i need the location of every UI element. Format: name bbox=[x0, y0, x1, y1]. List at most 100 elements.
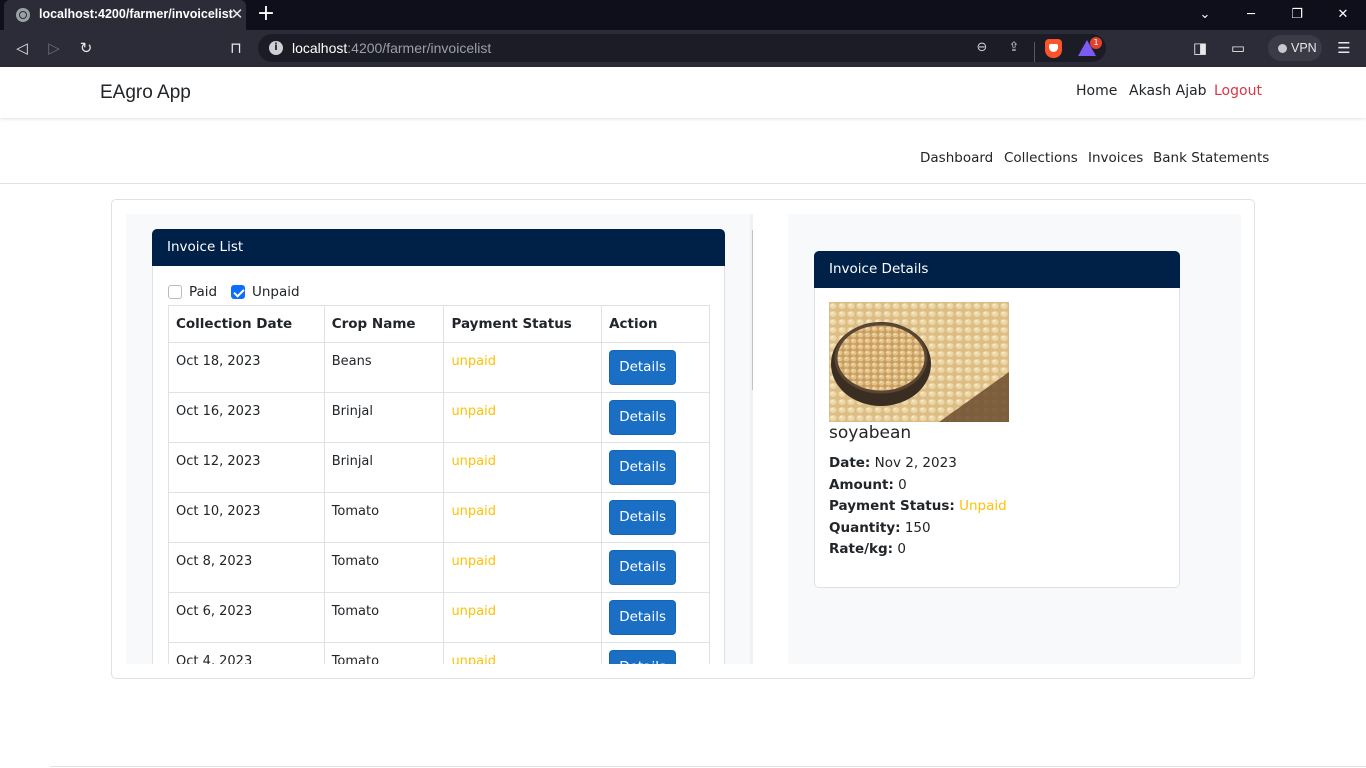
reload-icon[interactable]: ↻ bbox=[76, 38, 96, 58]
table-row: Oct 18, 2023 Beans unpaid Details bbox=[168, 342, 710, 393]
detail-rate-row: Rate/kg: 0 bbox=[829, 541, 906, 557]
zoom-icon[interactable]: ⊖ bbox=[973, 39, 991, 57]
crop-title: soyabean bbox=[829, 423, 912, 443]
details-button[interactable]: Details bbox=[609, 450, 677, 485]
invoice-page-container: Invoice List Paid Unpaid Collection Date… bbox=[111, 199, 1255, 679]
site-info-icon[interactable]: i bbox=[269, 41, 283, 55]
action-cell: Details bbox=[601, 442, 710, 493]
invoice-details-pane: Invoice Details soyabean Date: Nov 2, 20… bbox=[788, 214, 1241, 664]
crop-name-cell: Beans bbox=[323, 342, 445, 393]
column-header: Crop Name bbox=[323, 305, 445, 343]
column-header: Payment Status bbox=[443, 305, 603, 343]
details-button[interactable]: Details bbox=[609, 400, 677, 435]
table-row: Oct 8, 2023 Tomato unpaid Details bbox=[168, 542, 710, 593]
action-cell: Details bbox=[601, 392, 710, 443]
subnav-collections-link[interactable]: Collections bbox=[1004, 150, 1078, 166]
page-bottom-divider bbox=[50, 766, 1366, 767]
nav-user-link[interactable]: Akash Ajab bbox=[1129, 83, 1207, 99]
browser-tabbar: localhost:4200/farmer/invoicelist ✕ + ⌄ … bbox=[0, 0, 1366, 30]
new-tab-icon[interactable]: + bbox=[256, 2, 276, 26]
list-scrollbar[interactable]: ▲ ▼ bbox=[750, 214, 753, 664]
collection-date-cell: Oct 16, 2023 bbox=[168, 392, 325, 443]
url-text[interactable]: localhost:4200/farmer/invoicelist bbox=[292, 40, 491, 56]
rewards-badge: 1 bbox=[1090, 37, 1102, 49]
payment-status-cell: unpaid bbox=[443, 642, 603, 664]
action-cell: Details bbox=[601, 342, 710, 393]
app-brand[interactable]: EAgro App bbox=[100, 82, 191, 104]
details-button[interactable]: Details bbox=[609, 600, 677, 635]
invoice-details-card: Invoice Details soyabean Date: Nov 2, 20… bbox=[814, 251, 1180, 588]
table-row: Oct 10, 2023 Tomato unpaid Details bbox=[168, 492, 710, 543]
menu-icon[interactable]: ☰ bbox=[1334, 38, 1354, 58]
wallet-icon[interactable]: ▭ bbox=[1228, 38, 1248, 58]
tab-search-chevron-icon[interactable]: ⌄ bbox=[1193, 4, 1217, 26]
back-icon[interactable]: ◁ bbox=[12, 38, 32, 58]
paid-checkbox[interactable] bbox=[168, 285, 182, 299]
nav-logout-link[interactable]: Logout bbox=[1214, 83, 1262, 99]
action-cell: Details bbox=[601, 642, 710, 664]
unpaid-label[interactable]: Unpaid bbox=[252, 284, 300, 300]
vpn-button[interactable]: VPN bbox=[1268, 35, 1322, 61]
scroll-up-arrow-icon[interactable]: ▲ bbox=[750, 216, 753, 228]
globe-icon bbox=[16, 8, 30, 22]
close-tab-icon[interactable]: ✕ bbox=[228, 5, 246, 23]
paid-label[interactable]: Paid bbox=[189, 284, 217, 300]
status-value: Unpaid bbox=[959, 498, 1007, 514]
farmer-subnav: Dashboard Collections Invoices Bank Stat… bbox=[0, 118, 1366, 184]
share-icon[interactable]: ⇪ bbox=[1005, 39, 1023, 57]
payment-status-cell: unpaid bbox=[443, 342, 603, 393]
minimize-icon[interactable]: ─ bbox=[1239, 4, 1263, 26]
crop-name-cell: Tomato bbox=[323, 642, 445, 664]
action-cell: Details bbox=[601, 492, 710, 543]
scroll-thumb[interactable] bbox=[752, 230, 753, 390]
collection-date-cell: Oct 8, 2023 bbox=[168, 542, 325, 593]
collection-date-cell: Oct 10, 2023 bbox=[168, 492, 325, 543]
close-window-icon[interactable]: ✕ bbox=[1331, 4, 1355, 26]
invoice-list-pane[interactable]: Invoice List Paid Unpaid Collection Date… bbox=[126, 214, 753, 664]
nav-home-link[interactable]: Home bbox=[1076, 83, 1117, 99]
action-cell: Details bbox=[601, 592, 710, 643]
collection-date-cell: Oct 12, 2023 bbox=[168, 442, 325, 493]
invoice-details-header: Invoice Details bbox=[814, 251, 1180, 288]
invoice-table: Collection Date Crop Name Payment Status… bbox=[168, 305, 710, 664]
bookmark-icon[interactable]: ⊓ bbox=[226, 38, 246, 58]
crop-name-cell: Tomato bbox=[323, 542, 445, 593]
vpn-status-icon bbox=[1278, 44, 1287, 53]
browser-toolbar: ◁ ▷ ↻ ⊓ i localhost:4200/farmer/invoicel… bbox=[0, 30, 1366, 67]
collection-date-cell: Oct 6, 2023 bbox=[168, 592, 325, 643]
detail-date-row: Date: Nov 2, 2023 bbox=[829, 455, 957, 471]
crop-name-cell: Tomato bbox=[323, 592, 445, 643]
action-cell: Details bbox=[601, 542, 710, 593]
subnav-invoices-link[interactable]: Invoices bbox=[1088, 150, 1143, 166]
tab-title: localhost:4200/farmer/invoicelist bbox=[39, 7, 233, 21]
payment-status-cell: unpaid bbox=[443, 442, 603, 493]
restore-icon[interactable]: ❐ bbox=[1285, 4, 1309, 26]
toolbar-divider bbox=[1034, 42, 1035, 62]
browser-tab[interactable]: localhost:4200/farmer/invoicelist ✕ bbox=[4, 0, 246, 30]
invoice-list-header: Invoice List bbox=[152, 229, 725, 266]
subnav-dashboard-link[interactable]: Dashboard bbox=[920, 150, 993, 166]
crop-name-cell: Brinjal bbox=[323, 392, 445, 443]
details-button[interactable]: Details bbox=[609, 550, 677, 585]
soyabean-bowl-image bbox=[829, 302, 1009, 422]
column-header: Collection Date bbox=[168, 305, 325, 343]
address-bar[interactable]: i localhost:4200/farmer/invoicelist ⊖ ⇪ … bbox=[258, 34, 1106, 62]
sidebar-icon[interactable]: ◨ bbox=[1190, 38, 1210, 58]
invoice-list-card: Invoice List Paid Unpaid Collection Date… bbox=[152, 229, 725, 664]
collection-date-cell: Oct 18, 2023 bbox=[168, 342, 325, 393]
details-button[interactable]: Details bbox=[609, 500, 677, 535]
brave-shields-icon[interactable] bbox=[1045, 39, 1062, 58]
payment-status-cell: unpaid bbox=[443, 542, 603, 593]
payment-status-cell: unpaid bbox=[443, 392, 603, 443]
table-row: Oct 4, 2023 Tomato unpaid Details bbox=[168, 642, 710, 664]
collection-date-cell: Oct 4, 2023 bbox=[168, 642, 325, 664]
detail-status-row: Payment Status: Unpaid bbox=[829, 498, 1007, 514]
scroll-down-arrow-icon[interactable]: ▼ bbox=[750, 648, 753, 660]
details-button[interactable]: Details bbox=[609, 350, 677, 385]
unpaid-checkbox[interactable] bbox=[231, 285, 245, 299]
crop-name-cell: Tomato bbox=[323, 492, 445, 543]
details-button[interactable]: Details bbox=[609, 650, 677, 664]
forward-icon[interactable]: ▷ bbox=[44, 38, 64, 58]
app-navbar: EAgro App Home Akash Ajab Logout bbox=[0, 67, 1366, 118]
subnav-bank-statements-link[interactable]: Bank Statements bbox=[1153, 150, 1269, 166]
